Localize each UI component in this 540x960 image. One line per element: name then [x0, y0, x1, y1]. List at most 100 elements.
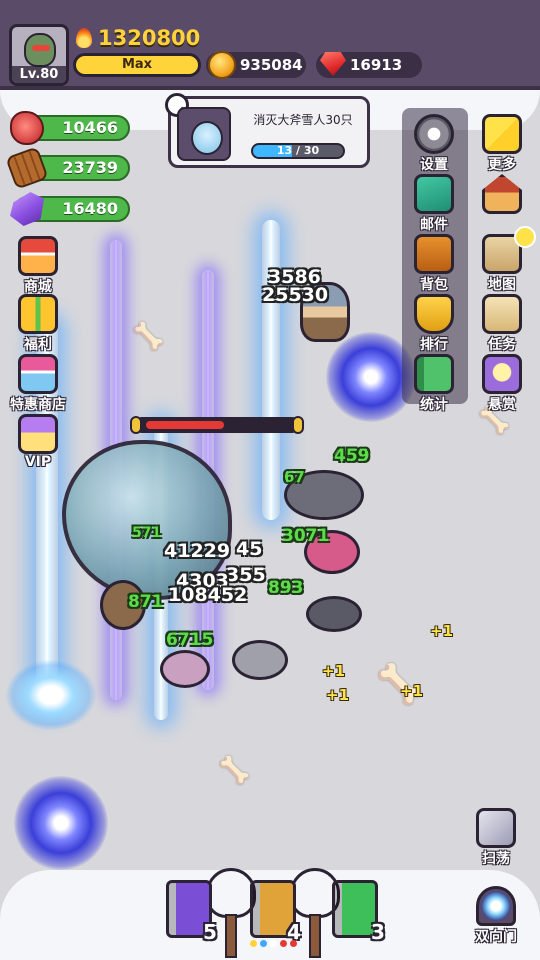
skull-bottle-icon [482, 354, 522, 394]
gear-icon [414, 114, 454, 154]
damage-number: 893 [268, 578, 304, 598]
sweep-label: 扫荡 [482, 851, 510, 867]
combat-power-value: 1320800 [98, 26, 201, 50]
task-button[interactable]: 任务 [474, 294, 530, 353]
combat-power: 1320800 [76, 26, 200, 50]
shop-button[interactable]: 商城 [10, 236, 66, 295]
experience-bar: Max [73, 53, 201, 77]
loot-pickup: +1 [430, 622, 454, 640]
gold-coin-icon [208, 51, 236, 79]
meat-icon [10, 111, 44, 145]
boss-health-bar [130, 416, 304, 434]
quest-tracker[interactable]: 消灭大斧雪人30只 13 / 30 [165, 93, 370, 168]
bone-decoration: 🦴 [218, 756, 251, 786]
avatar-portrait [24, 33, 56, 67]
shop-label: 商城 [24, 279, 52, 295]
settings-button[interactable]: 设置 [406, 114, 462, 173]
stats-label: 统计 [420, 397, 448, 413]
rank-label: 排行 [420, 337, 448, 353]
wood-resource[interactable]: 23739 [5, 146, 130, 190]
fire-icon [76, 28, 92, 48]
damage-number: 871 [128, 592, 164, 612]
damage-number: 41229 [164, 540, 231, 562]
impact-burst [6, 660, 96, 730]
gem-counter[interactable]: 16913 [316, 52, 422, 78]
boss-health-cap [130, 416, 142, 434]
portal-button[interactable]: 双向门 [468, 886, 524, 945]
crossed-swords-icon [476, 808, 516, 848]
stacked-pages-icon [482, 114, 522, 154]
bounty-button[interactable]: 悬赏 [474, 354, 530, 413]
welfare-button[interactable]: 福利 [10, 294, 66, 353]
shop-stall-icon [18, 236, 58, 276]
quest-progress-text: 13 / 30 [276, 144, 320, 157]
envelope-icon [414, 174, 454, 214]
map-button[interactable]: 地图 [474, 226, 536, 293]
more-button[interactable]: 更多 [474, 114, 530, 173]
gold-counter[interactable]: 935084 [206, 51, 306, 79]
backpack-icon [414, 234, 454, 274]
ore-amount: 16480 [62, 199, 118, 218]
lightning-beam [262, 220, 280, 520]
meat-resource[interactable]: 10466 [10, 111, 130, 145]
skill-charges: 3 [371, 920, 385, 944]
vip-crown-icon [18, 414, 58, 454]
damage-number: 459 [334, 446, 370, 466]
gift-box-icon [18, 294, 58, 334]
ruby-gem-icon [320, 52, 346, 76]
enemy-unit [160, 650, 210, 688]
damage-number: 6715 [166, 630, 214, 650]
mail-label: 邮件 [420, 217, 448, 233]
boss-health-fill [146, 421, 224, 429]
damage-number: 45 [236, 538, 263, 560]
damage-number: 571 [132, 525, 162, 541]
vip-button[interactable]: VIP [10, 414, 66, 470]
vortex-effect [14, 776, 108, 870]
boss-health-cap [292, 416, 304, 434]
player-avatar[interactable]: Lv.80 [9, 24, 69, 86]
ore-resource[interactable]: 16480 [10, 192, 130, 226]
ledger-book-icon [414, 354, 454, 394]
scroll-icon [482, 294, 522, 334]
vip-label: VIP [24, 454, 52, 470]
house-icon [482, 174, 522, 214]
top-status-bar: Lv.80 1320800 Max 935084 16913 [0, 0, 540, 90]
portal-gate-icon [476, 886, 516, 926]
damage-number: 355 [226, 564, 266, 586]
gem-amount: 16913 [350, 56, 403, 74]
bone-decoration: 🦴 [132, 322, 165, 352]
loot-pickup: +1 [322, 662, 346, 680]
map-label: 地图 [488, 277, 516, 293]
community-button[interactable]: 社区 [474, 174, 530, 230]
storefront-icon [18, 354, 58, 394]
mail-button[interactable]: 邮件 [406, 174, 462, 233]
stats-button[interactable]: 统计 [406, 354, 462, 413]
bag-button[interactable]: 背包 [406, 234, 462, 293]
enemy-unit [232, 640, 288, 680]
special-shop-label: 特惠商店 [10, 397, 66, 413]
more-label: 更多 [488, 157, 516, 173]
wood-amount: 23739 [62, 158, 118, 177]
snowy-tree [206, 868, 256, 958]
bag-label: 背包 [420, 277, 448, 293]
damage-number: 3071 [282, 526, 330, 546]
welfare-label: 福利 [24, 337, 52, 353]
quest-progress-bar: 13 / 30 [251, 143, 345, 159]
portal-label: 双向门 [475, 929, 517, 945]
sweep-button[interactable]: 扫荡 [468, 808, 524, 867]
trophy-icon [414, 294, 454, 334]
skill-charges: 5 [203, 920, 217, 944]
skill-page-indicator [250, 940, 297, 947]
meat-amount: 10466 [62, 118, 118, 137]
rank-button[interactable]: 排行 [406, 294, 462, 353]
special-shop-button[interactable]: 特惠商店 [10, 354, 66, 413]
bounty-label: 悬赏 [488, 397, 516, 413]
quest-title: 消灭大斧雪人30只 [253, 113, 353, 127]
loot-pickup: +1 [326, 686, 350, 704]
loot-pickup: +1 [400, 682, 424, 700]
damage-number: 67 [284, 468, 305, 486]
enemy-unit [306, 596, 362, 632]
damage-number: 25530 [262, 284, 329, 306]
gold-amount: 935084 [240, 56, 303, 74]
player-level: Lv.80 [12, 66, 66, 83]
